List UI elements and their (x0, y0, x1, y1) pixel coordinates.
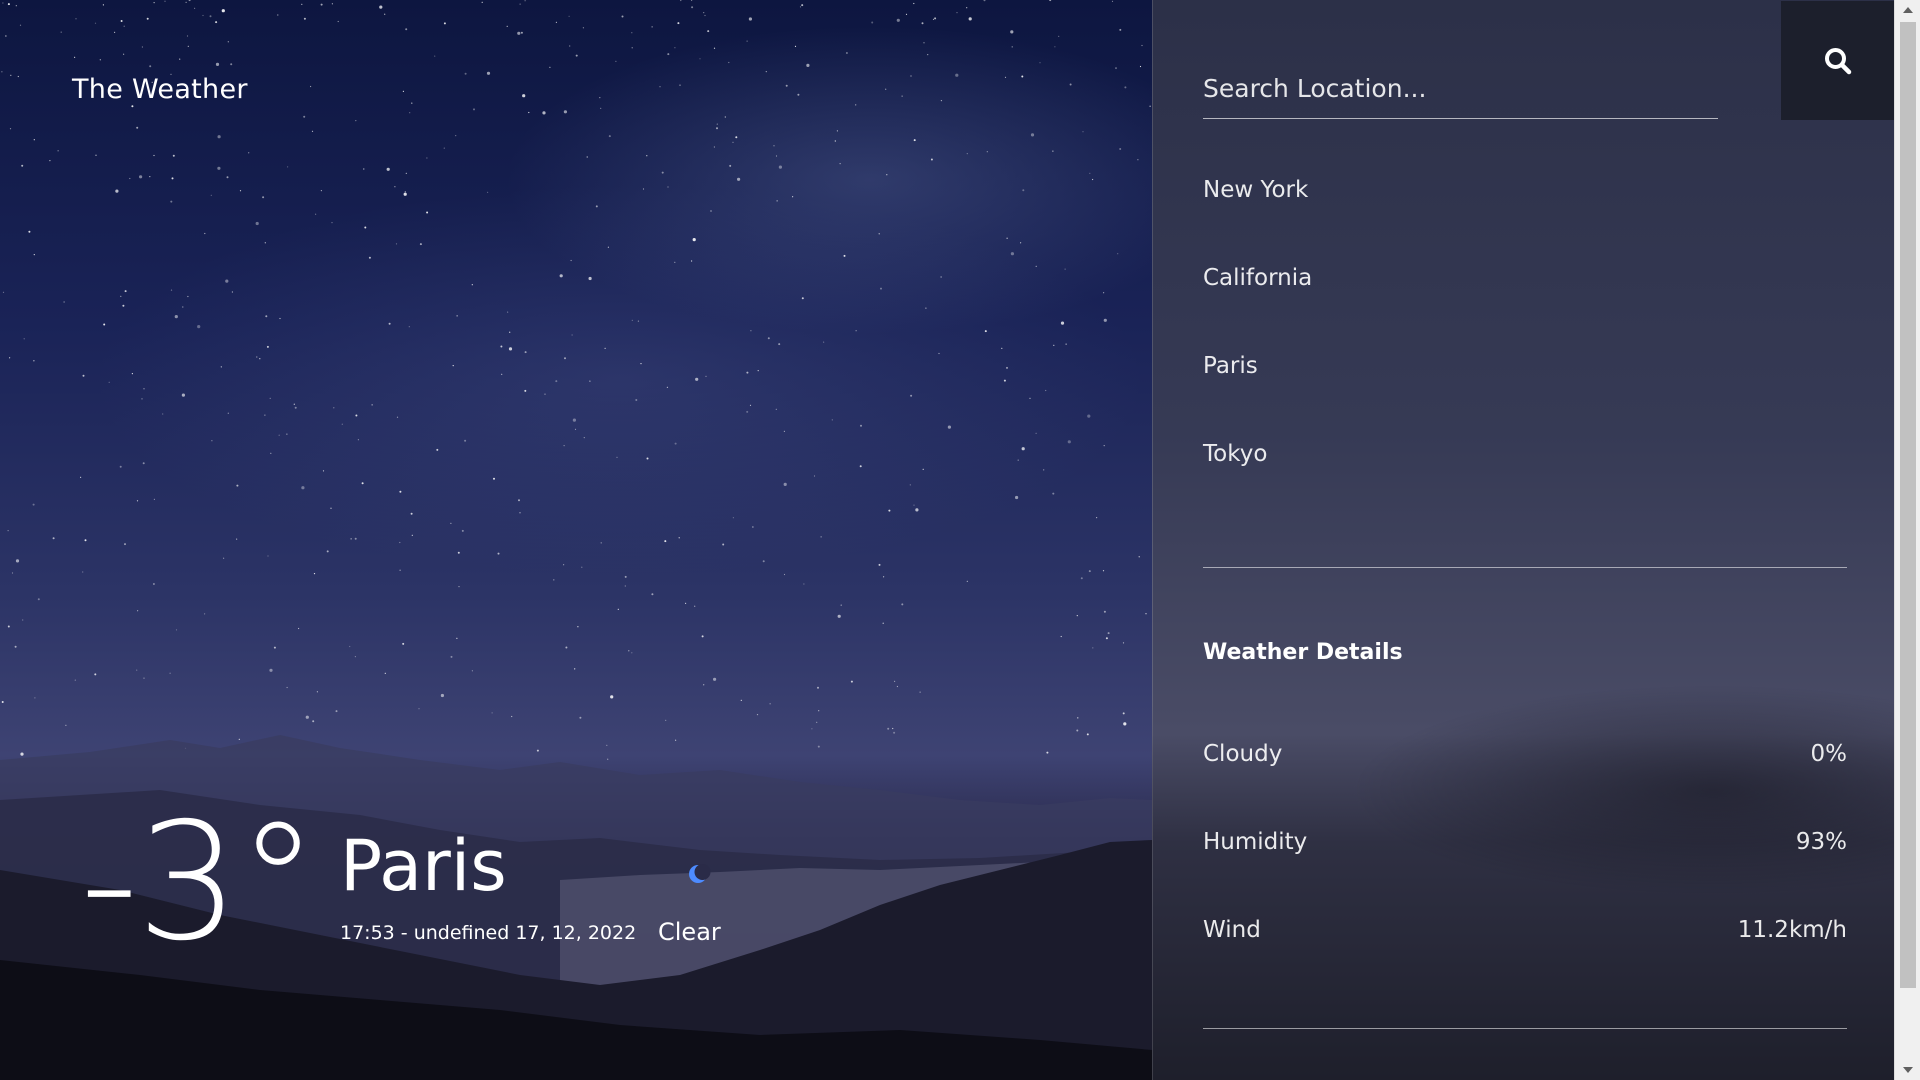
scroll-down-arrow[interactable] (1895, 1060, 1920, 1080)
detail-label: Cloudy (1203, 741, 1283, 767)
location-item-california[interactable]: California (1203, 264, 1847, 352)
moon-icon (689, 864, 711, 883)
app-title: The Weather (72, 74, 248, 105)
weather-app: The Weather -3° Paris 17:53 - undefined … (0, 0, 1920, 1080)
chevron-down-icon (1903, 1067, 1913, 1073)
divider (1203, 1028, 1847, 1029)
search-input[interactable] (1203, 60, 1718, 116)
search-bar (1203, 60, 1718, 119)
scroll-thumb[interactable] (1900, 22, 1916, 988)
weather-condition: Clear (658, 918, 721, 946)
scroll-up-arrow[interactable] (1895, 0, 1920, 20)
side-panel: New York California Paris Tokyo Weather … (1152, 0, 1895, 1080)
divider (1203, 567, 1847, 568)
current-city: Paris (340, 825, 507, 907)
detail-value: 93% (1795, 829, 1847, 855)
location-list: New York California Paris Tokyo (1203, 176, 1847, 528)
detail-row-wind: Wind 11.2km/h (1203, 914, 1847, 1002)
detail-row-humidity: Humidity 93% (1203, 826, 1847, 914)
detail-value: 11.2km/h (1737, 917, 1847, 943)
current-datetime: 17:53 - undefined 17, 12, 2022 (340, 922, 637, 944)
location-item-paris[interactable]: Paris (1203, 352, 1847, 440)
location-item-new-york[interactable]: New York (1203, 176, 1847, 264)
search-icon (1825, 47, 1852, 74)
scrollbar[interactable] (1894, 0, 1920, 1080)
detail-row-cloudy: Cloudy 0% (1203, 738, 1847, 826)
current-temperature: -3° (80, 789, 319, 977)
detail-label: Humidity (1203, 829, 1308, 855)
weather-details: Cloudy 0% Humidity 93% Wind 11.2km/h (1203, 738, 1847, 1002)
search-button[interactable] (1781, 1, 1895, 120)
location-item-tokyo[interactable]: Tokyo (1203, 440, 1847, 528)
detail-label: Wind (1203, 917, 1261, 943)
night-sky-scene: The Weather -3° Paris 17:53 - undefined … (0, 0, 1152, 1080)
chevron-up-icon (1903, 7, 1913, 13)
detail-value: 0% (1810, 741, 1848, 767)
weather-details-title: Weather Details (1203, 640, 1403, 665)
